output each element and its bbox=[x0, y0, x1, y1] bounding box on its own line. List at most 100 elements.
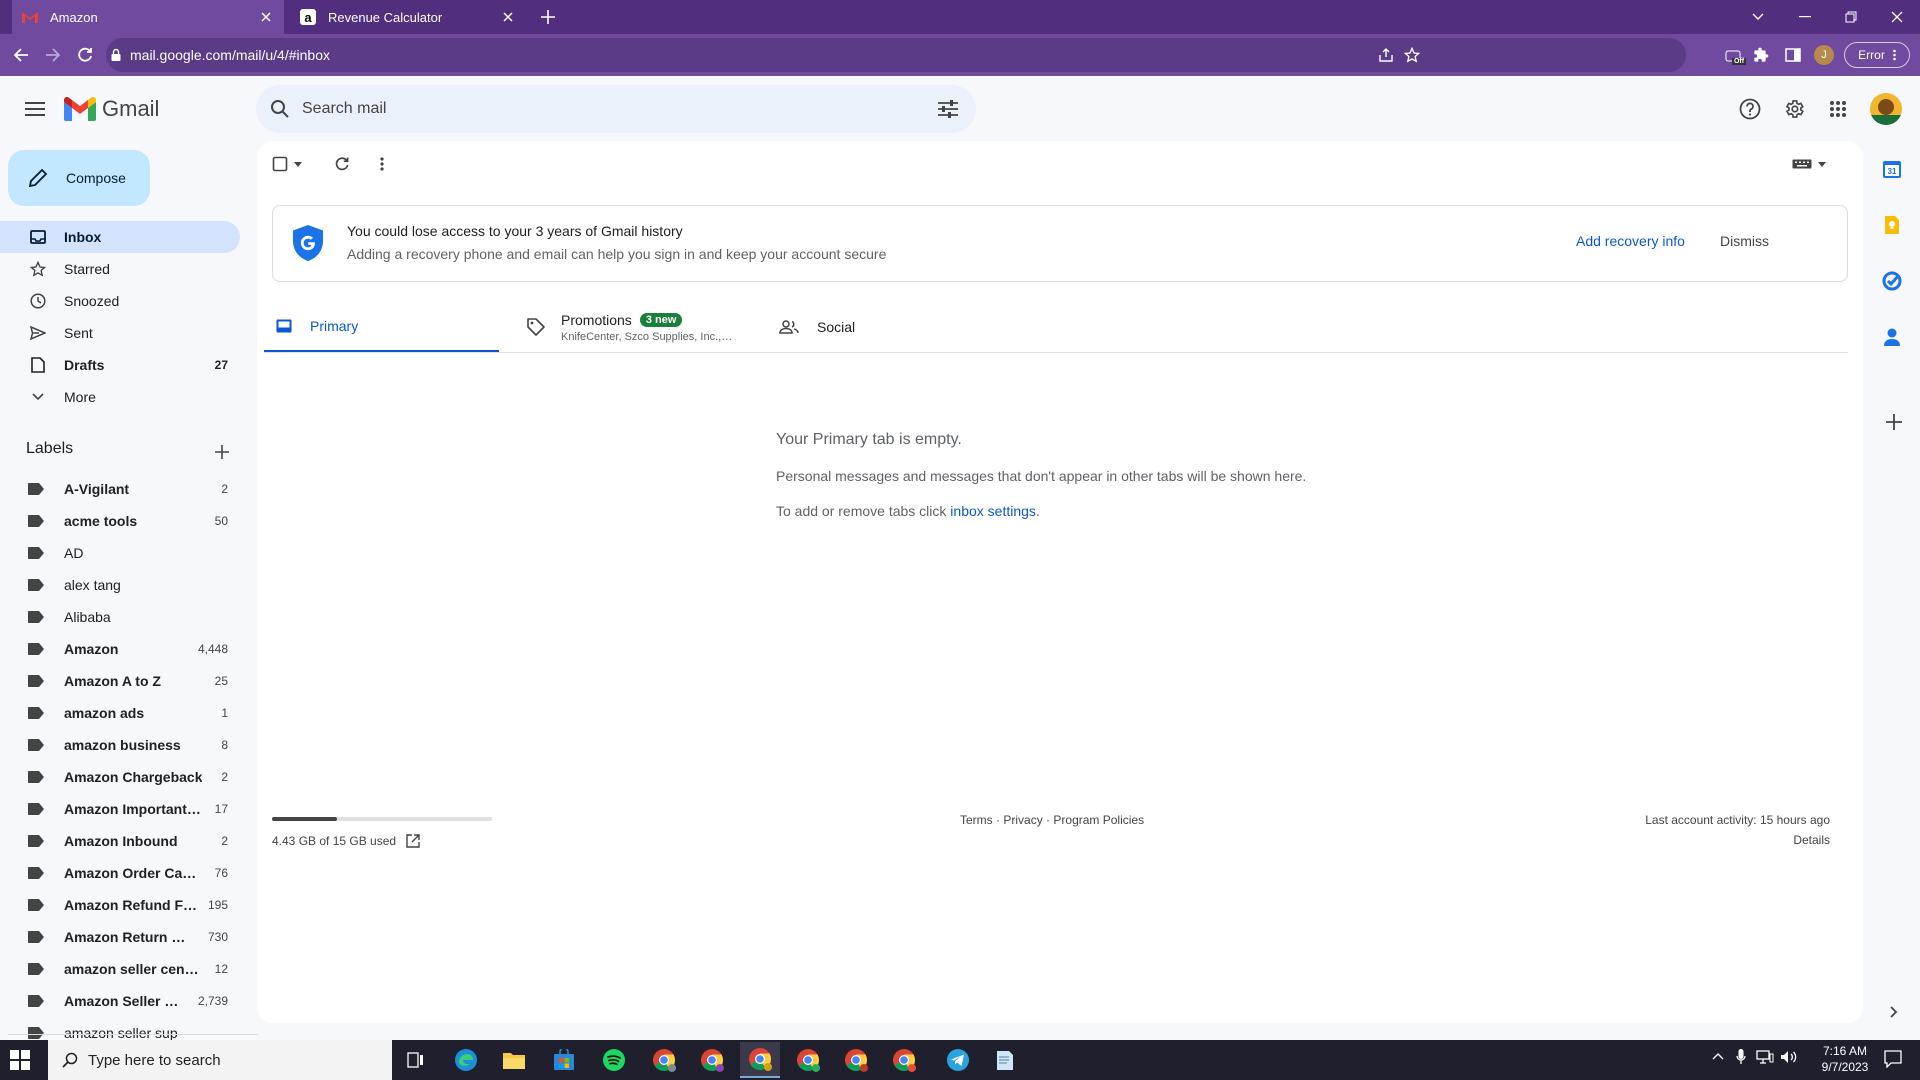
label-item[interactable]: Amazon Seller … 2,739 bbox=[0, 985, 240, 1017]
close-tab-icon[interactable] bbox=[258, 9, 274, 25]
telegram-icon[interactable] bbox=[938, 1042, 978, 1078]
address-bar[interactable]: mail.google.com/mail/u/4/#inbox bbox=[106, 38, 1686, 72]
inbox-settings-link[interactable]: inbox settings bbox=[950, 503, 1036, 519]
tab-search-icon[interactable] bbox=[1746, 5, 1770, 29]
label-item[interactable]: Alibaba bbox=[0, 601, 240, 633]
spotify-icon[interactable] bbox=[594, 1042, 634, 1078]
browser-tab-amazon[interactable]: Amazon bbox=[12, 0, 284, 34]
extensions-puzzle-icon[interactable] bbox=[1746, 40, 1776, 70]
tab-social[interactable]: Social bbox=[777, 301, 1012, 353]
select-dropdown-icon[interactable] bbox=[294, 161, 302, 167]
forward-arrow-icon[interactable] bbox=[38, 40, 68, 70]
activity-details-link[interactable]: Details bbox=[1580, 833, 1830, 847]
nav-item-drafts[interactable]: Drafts 27 bbox=[0, 349, 240, 381]
keep-icon[interactable] bbox=[1878, 211, 1906, 239]
new-tab-button[interactable] bbox=[536, 5, 560, 29]
browser-tab-revenue-calculator[interactable]: a Revenue Calculator bbox=[290, 0, 526, 34]
side-panel-icon[interactable] bbox=[1778, 40, 1808, 70]
label-item[interactable]: acme tools 50 bbox=[0, 505, 240, 537]
inbox-icon bbox=[276, 319, 292, 333]
error-update-button[interactable]: Error bbox=[1844, 42, 1910, 68]
empty-settings-hint: To add or remove tabs click inbox settin… bbox=[776, 503, 1040, 519]
restore-window-icon[interactable] bbox=[1836, 5, 1866, 29]
search-options-icon[interactable] bbox=[938, 100, 958, 118]
profile-avatar[interactable]: J bbox=[1814, 45, 1834, 65]
privacy-link[interactable]: Privacy bbox=[1003, 813, 1042, 827]
chrome-profile-icon[interactable] bbox=[740, 1042, 780, 1078]
label-item[interactable]: Amazon Order Ca… 76 bbox=[0, 857, 240, 889]
microphone-icon[interactable] bbox=[1736, 1049, 1746, 1065]
task-view-icon[interactable] bbox=[396, 1042, 436, 1078]
taskbar-search-icon bbox=[62, 1052, 78, 1068]
label-item[interactable]: AD bbox=[0, 537, 240, 569]
show-hidden-icons-chevron-icon[interactable] bbox=[1712, 1052, 1724, 1060]
file-explorer-icon[interactable] bbox=[494, 1042, 534, 1078]
nav-item-starred[interactable]: Starred bbox=[0, 253, 240, 285]
label-item[interactable]: Amazon Chargeback 2 bbox=[0, 761, 240, 793]
label-item[interactable]: Amazon Inbound 2 bbox=[0, 825, 240, 857]
tab-primary[interactable]: Primary bbox=[264, 301, 499, 353]
notepad-icon[interactable] bbox=[984, 1042, 1024, 1078]
tab-promotions[interactable]: Promotions 3 new KnifeCenter, Szco Suppl… bbox=[525, 301, 760, 353]
add-recovery-info-link[interactable]: Add recovery info bbox=[1576, 233, 1685, 249]
contacts-icon[interactable] bbox=[1878, 323, 1906, 351]
add-addon-plus-icon[interactable] bbox=[1882, 410, 1906, 434]
create-label-plus-icon[interactable] bbox=[210, 440, 234, 464]
bookmark-star-icon[interactable] bbox=[1404, 47, 1420, 63]
chrome-profile-icon[interactable] bbox=[884, 1042, 924, 1078]
nav-item-snoozed[interactable]: Snoozed bbox=[0, 285, 240, 317]
label-item[interactable]: amazon ads 1 bbox=[0, 697, 240, 729]
label-item[interactable]: Amazon Refund F… 195 bbox=[0, 889, 240, 921]
tasks-icon[interactable] bbox=[1878, 267, 1906, 295]
label-item[interactable]: Amazon 4,448 bbox=[0, 633, 240, 665]
chrome-profile-icon[interactable] bbox=[836, 1042, 876, 1078]
reload-icon[interactable] bbox=[70, 40, 100, 70]
chrome-profile-icon[interactable] bbox=[692, 1042, 732, 1078]
back-arrow-icon[interactable] bbox=[6, 40, 36, 70]
search-icon[interactable] bbox=[270, 99, 290, 119]
calendar-icon[interactable]: 31 bbox=[1878, 155, 1906, 183]
share-icon[interactable] bbox=[1378, 47, 1394, 63]
nav-item-more[interactable]: More bbox=[0, 381, 240, 413]
gmail-logo[interactable]: Gmail bbox=[64, 96, 159, 122]
dismiss-button[interactable]: Dismiss bbox=[1720, 233, 1769, 249]
label-item[interactable]: Amazon Return … 730 bbox=[0, 921, 240, 953]
minimize-window-icon[interactable] bbox=[1790, 5, 1820, 29]
label-item[interactable]: Amazon A to Z 25 bbox=[0, 665, 240, 697]
input-tools-toggle[interactable] bbox=[1792, 159, 1826, 169]
volume-icon[interactable] bbox=[1780, 1050, 1798, 1064]
compose-button[interactable]: Compose bbox=[8, 150, 150, 206]
close-tab-icon[interactable] bbox=[500, 9, 516, 25]
windows-start-icon[interactable] bbox=[10, 1050, 30, 1070]
label-item[interactable]: Amazon Important… 17 bbox=[0, 793, 240, 825]
network-icon[interactable] bbox=[1756, 1050, 1774, 1064]
label-item[interactable]: A-Vigilant 2 bbox=[0, 473, 240, 505]
label-item[interactable]: amazon seller cen… 12 bbox=[0, 953, 240, 985]
more-actions-icon[interactable] bbox=[380, 157, 384, 171]
google-apps-icon[interactable] bbox=[1818, 89, 1858, 129]
terms-link[interactable]: Terms bbox=[960, 813, 993, 827]
taskbar-search-input[interactable] bbox=[88, 1051, 368, 1069]
program-policies-link[interactable]: Program Policies bbox=[1053, 813, 1144, 827]
settings-gear-icon[interactable] bbox=[1774, 89, 1814, 129]
expand-side-panel-chevron-icon[interactable] bbox=[1882, 1000, 1906, 1024]
notifications-icon[interactable] bbox=[1884, 1050, 1902, 1068]
refresh-icon[interactable] bbox=[334, 156, 350, 172]
chrome-profile-icon[interactable] bbox=[644, 1042, 684, 1078]
account-avatar[interactable] bbox=[1870, 93, 1902, 125]
label-item[interactable]: alex tang bbox=[0, 569, 240, 601]
edge-browser-icon[interactable] bbox=[446, 1042, 486, 1078]
search-input[interactable] bbox=[302, 100, 882, 118]
nav-item-inbox[interactable]: Inbox bbox=[0, 221, 240, 253]
extension-off-icon[interactable]: Off bbox=[1720, 44, 1747, 70]
select-all-checkbox[interactable] bbox=[272, 156, 302, 172]
system-clock[interactable]: 7:16 AM 9/7/2023 bbox=[1800, 1043, 1890, 1075]
chrome-profile-icon[interactable] bbox=[788, 1042, 828, 1078]
microsoft-store-icon[interactable] bbox=[544, 1042, 584, 1078]
help-icon[interactable] bbox=[1730, 89, 1770, 129]
label-item[interactable]: amazon business 8 bbox=[0, 729, 240, 761]
main-menu-icon[interactable] bbox=[15, 89, 55, 129]
open-external-icon[interactable] bbox=[406, 834, 420, 848]
nav-item-sent[interactable]: Sent bbox=[0, 317, 240, 349]
close-window-icon[interactable] bbox=[1882, 5, 1912, 29]
